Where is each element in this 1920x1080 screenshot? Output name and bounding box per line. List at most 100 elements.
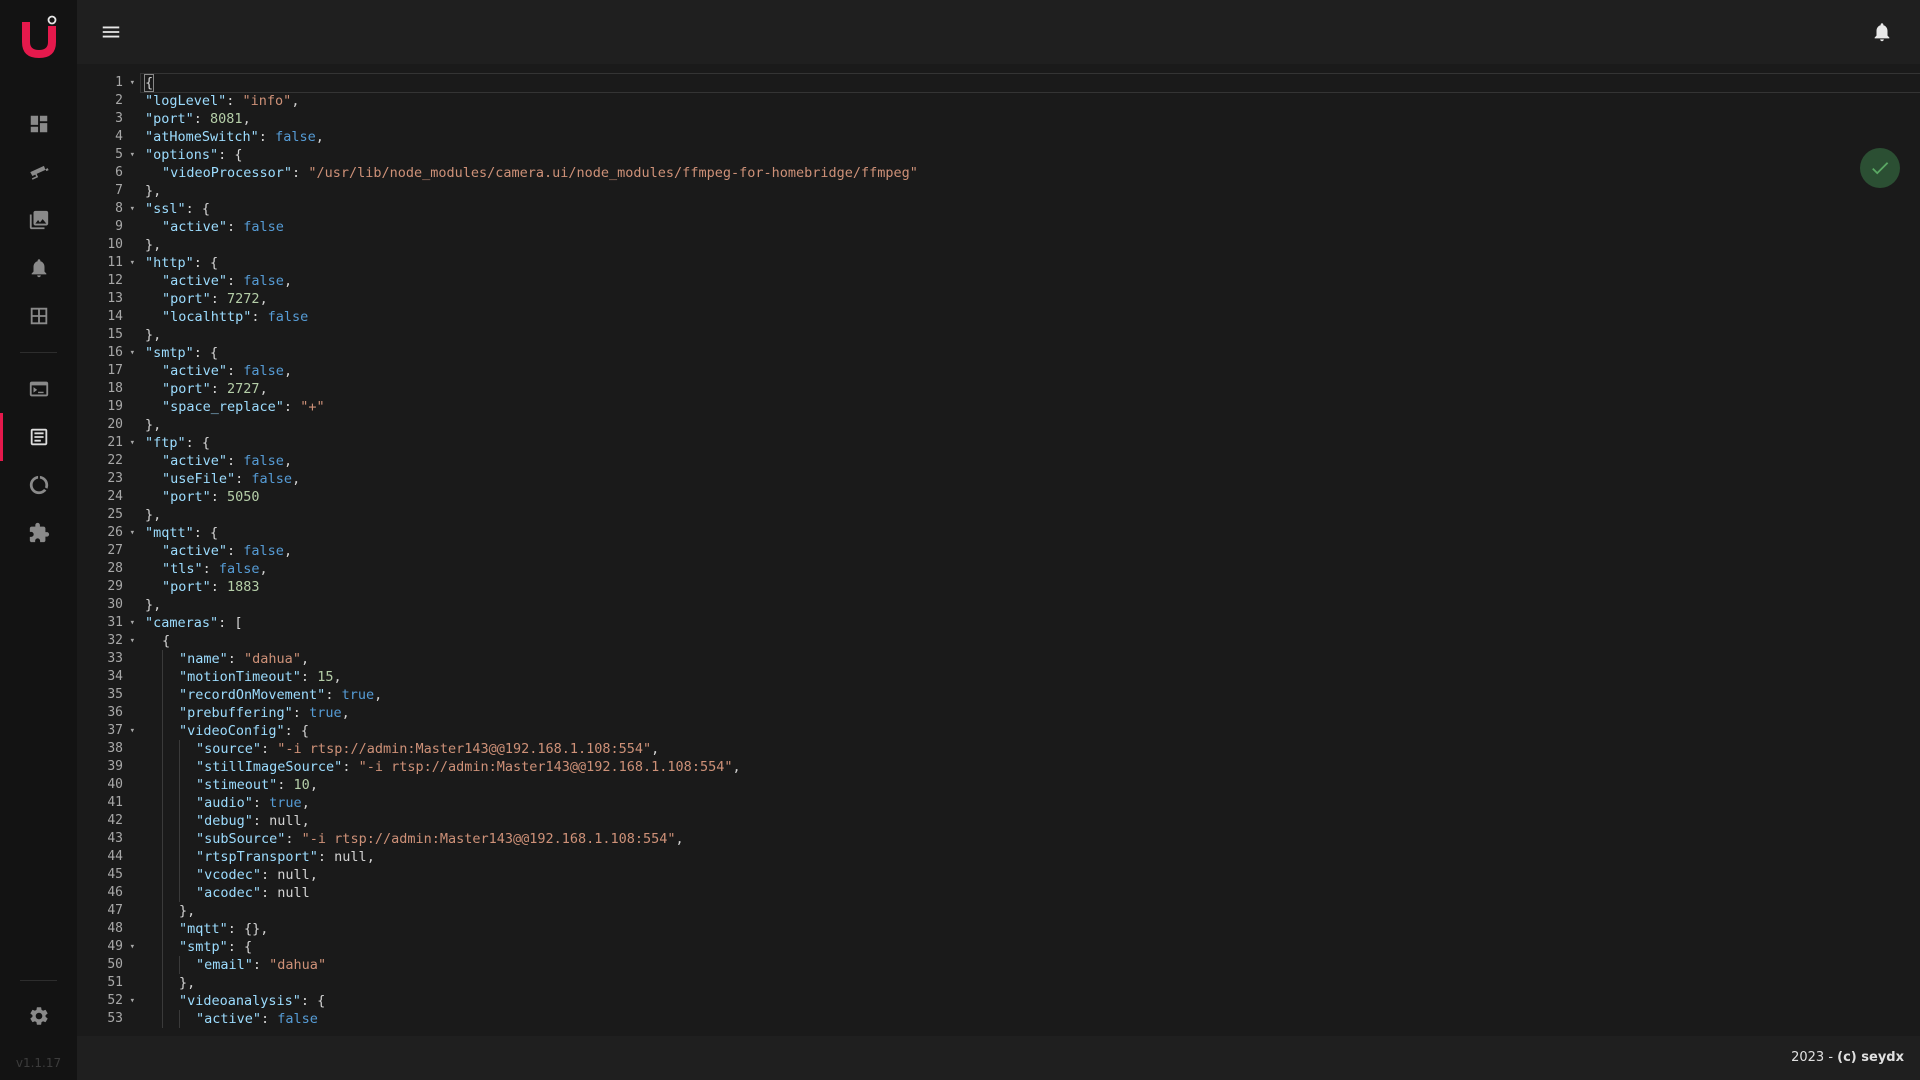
code-line[interactable]: "stillImageSource": "-i rtsp://admin:Mas… (141, 758, 1920, 776)
code-line[interactable]: "ftp": { (141, 434, 1920, 452)
sidebar-item-notifications[interactable] (0, 244, 77, 292)
code-line[interactable]: "subSource": "-i rtsp://admin:Master143@… (141, 830, 1920, 848)
code-line[interactable]: "active": false, (141, 272, 1920, 290)
code-line[interactable]: "logLevel": "info", (141, 92, 1920, 110)
code-line[interactable]: "stimeout": 10, (141, 776, 1920, 794)
line-number[interactable]: 8 (77, 200, 137, 218)
code-line[interactable]: }, (141, 974, 1920, 992)
code-line[interactable]: "port": 8081, (141, 110, 1920, 128)
code-token: : (261, 1011, 278, 1027)
code-line[interactable]: }, (141, 182, 1920, 200)
code-line[interactable]: "atHomeSwitch": false, (141, 128, 1920, 146)
code-line[interactable]: "debug": null, (141, 812, 1920, 830)
code-token: "videoanalysis" (179, 993, 301, 1009)
line-number[interactable]: 26 (77, 524, 137, 542)
save-button[interactable] (1860, 148, 1900, 188)
sidebar-item-camview[interactable] (0, 292, 77, 340)
code-line[interactable]: "name": "dahua", (141, 650, 1920, 668)
code-token: "logLevel" (145, 93, 227, 109)
code-line[interactable]: }, (141, 236, 1920, 254)
code-line[interactable]: "videoProcessor": "/usr/lib/node_modules… (141, 164, 1920, 182)
code-line[interactable]: "email": "dahua" (141, 956, 1920, 974)
code-token: : null, (252, 813, 310, 829)
code-line[interactable]: "active": false (141, 218, 1920, 236)
code-line[interactable]: "rtspTransport": null, (141, 848, 1920, 866)
sidebar-item-settings[interactable] (0, 992, 77, 1040)
line-number: 10 (107, 237, 123, 252)
line-number[interactable]: 5 (77, 146, 137, 164)
camera-ui-logo[interactable] (18, 14, 60, 62)
code-token: false (243, 543, 284, 559)
code-token: "port" (162, 489, 211, 505)
sidebar-item-dashboard[interactable] (0, 100, 77, 148)
code-line[interactable]: "cameras": [ (141, 614, 1920, 632)
code-token: "videoConfig" (179, 723, 285, 739)
notifications-button[interactable] (1870, 20, 1894, 44)
code-line[interactable]: "smtp": { (141, 344, 1920, 362)
code-line[interactable]: "recordOnMovement": true, (141, 686, 1920, 704)
code-token: "cameras" (145, 615, 219, 631)
code-line[interactable]: "prebuffering": true, (141, 704, 1920, 722)
code-line[interactable]: "port": 2727, (141, 380, 1920, 398)
json-config-editor[interactable]: 1234567891011121314151617181920212223242… (77, 64, 1920, 1036)
line-number[interactable]: 49 (77, 938, 137, 956)
sidebar-item-cameras[interactable] (0, 148, 77, 196)
code-line[interactable]: { (141, 632, 1920, 650)
code-line[interactable]: "port": 7272, (141, 290, 1920, 308)
check-icon (1872, 162, 1889, 175)
line-number[interactable]: 32 (77, 632, 137, 650)
line-number[interactable]: 1 (77, 74, 137, 92)
line-number: 33 (107, 651, 123, 666)
code-token: "dahua" (244, 651, 301, 667)
code-line[interactable]: }, (141, 326, 1920, 344)
code-line[interactable]: "ssl": { (141, 200, 1920, 218)
sidebar-item-console[interactable] (0, 365, 77, 413)
code-line[interactable]: "active": false, (141, 542, 1920, 560)
code-line[interactable]: "port": 1883 (141, 578, 1920, 596)
code-token: : (300, 669, 318, 685)
code-line[interactable]: "http": { (141, 254, 1920, 272)
code-line[interactable]: }, (141, 506, 1920, 524)
code-token: : (227, 453, 244, 469)
code-token: : (258, 129, 276, 145)
line-number[interactable]: 11 (77, 254, 137, 272)
code-line[interactable]: }, (141, 902, 1920, 920)
code-line[interactable]: "acodec": null (141, 884, 1920, 902)
line-number[interactable]: 37 (77, 722, 137, 740)
code-line[interactable]: "port": 5050 (141, 488, 1920, 506)
code-line[interactable]: "audio": true, (141, 794, 1920, 812)
sidebar-item-recordings[interactable] (0, 196, 77, 244)
code-line[interactable]: "smtp": { (141, 938, 1920, 956)
menu-button[interactable] (99, 20, 123, 44)
line-number[interactable]: 16 (77, 344, 137, 362)
code-line[interactable]: "localhttp": false (141, 308, 1920, 326)
code-line[interactable]: }, (141, 596, 1920, 614)
code-token: "-i rtsp://admin:Master143@@192.168.1.10… (277, 741, 652, 757)
code-line[interactable]: "videoConfig": { (141, 722, 1920, 740)
code-line[interactable]: "source": "-i rtsp://admin:Master143@@19… (141, 740, 1920, 758)
line-number: 44 (107, 849, 123, 864)
sidebar-item-status[interactable] (0, 461, 77, 509)
code-line[interactable]: "active": false, (141, 362, 1920, 380)
code-line[interactable]: "options": { (141, 146, 1920, 164)
code-line[interactable]: "active": false (141, 1010, 1920, 1028)
line-number[interactable]: 31 (77, 614, 137, 632)
line-number[interactable]: 21 (77, 434, 137, 452)
code-line[interactable]: "vcodec": null, (141, 866, 1920, 884)
code-line[interactable]: "tls": false, (141, 560, 1920, 578)
code-line[interactable]: "useFile": false, (141, 470, 1920, 488)
line-number[interactable]: 52 (77, 992, 137, 1010)
code-line[interactable]: { (140, 73, 1920, 93)
sidebar-item-plugins[interactable] (0, 509, 77, 557)
code-line[interactable]: "motionTimeout": 15, (141, 668, 1920, 686)
code-line[interactable]: "active": false, (141, 452, 1920, 470)
code-line[interactable]: "videoanalysis": { (141, 992, 1920, 1010)
sidebar-item-config[interactable] (0, 413, 77, 461)
code-line[interactable]: }, (141, 416, 1920, 434)
line-number: 43 (107, 831, 123, 846)
code-token: : (210, 489, 228, 505)
code-line[interactable]: "mqtt": {}, (141, 920, 1920, 938)
code-line[interactable]: "mqtt": { (141, 524, 1920, 542)
code-area[interactable]: {"logLevel": "info", "port": 8081, "atHome… (140, 73, 1920, 1028)
code-line[interactable]: "space_replace": "+" (141, 398, 1920, 416)
